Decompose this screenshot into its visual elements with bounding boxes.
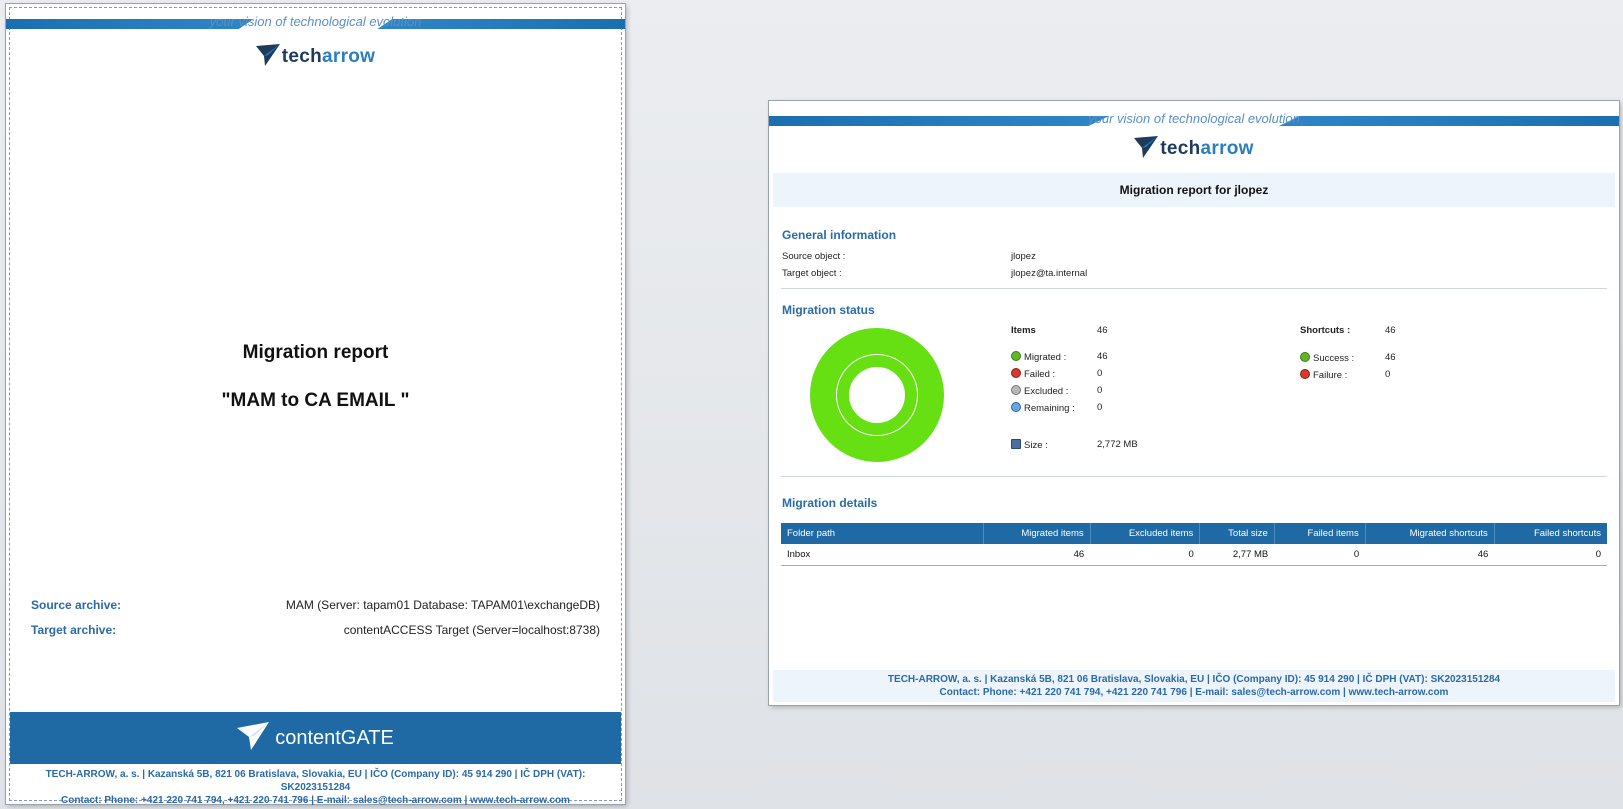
- col-migrated-items[interactable]: Migrated items: [983, 523, 1091, 544]
- tagline-text: your vision of technological evolution: [1088, 111, 1300, 126]
- cover-page: your vision of technological evolution t…: [6, 4, 625, 807]
- cover-title: Migration report: [242, 342, 389, 363]
- logo-text-arrow: arrow: [322, 46, 376, 67]
- cell-failed-shortcuts: 0: [1494, 544, 1607, 566]
- failed-label: Failed :: [1024, 369, 1056, 380]
- table-header-row: Folder path Migrated items Excluded item…: [781, 523, 1607, 544]
- excluded-value: 0: [1097, 385, 1103, 396]
- footer-contact: Contact: Phone: +421 220 741 794, +421 2…: [61, 795, 570, 806]
- techarrow-logo: techarrow: [6, 44, 625, 72]
- remaining-label: Remaining :: [1024, 403, 1075, 414]
- contentgate-logo-icon: [237, 722, 275, 750]
- logo-text-arrow: arrow: [1200, 138, 1254, 159]
- col-total-size[interactable]: Total size: [1199, 523, 1275, 544]
- target-archive-label: Target archive:: [31, 623, 117, 637]
- col-folder-path[interactable]: Folder path: [781, 523, 984, 544]
- failure-label: Failure :: [1313, 370, 1348, 381]
- migrated-value: 46: [1097, 351, 1108, 362]
- donut-inner-ring: [837, 355, 917, 435]
- target-object-label: Target object :: [782, 268, 842, 279]
- shortcuts-value: 46: [1385, 325, 1396, 336]
- tagline-text: your vision of technological evolution: [209, 14, 422, 29]
- report-page: your vision of technological evolution t…: [769, 101, 1619, 705]
- footer-address: TECH-ARROW, a. s. | Kazanská 5B, 821 06 …: [45, 769, 586, 793]
- cover-footer: TECH-ARROW, a. s. | Kazanská 5B, 821 06 …: [10, 768, 621, 807]
- migration-details-heading: Migration details: [782, 496, 878, 510]
- items-value: 46: [1097, 325, 1108, 336]
- techarrow-logo: techarrow: [769, 136, 1619, 164]
- size-value: 2,772 MB: [1097, 439, 1138, 450]
- source-object-label: Source object :: [782, 251, 846, 262]
- footer-address: TECH-ARROW, a. s. | Kazanská 5B, 821 06 …: [887, 674, 1501, 685]
- logo-text-tech: tech: [1160, 138, 1201, 159]
- cover-subtitle: "MAM to CA EMAIL ": [221, 390, 410, 411]
- col-failed-shortcuts[interactable]: Failed shortcuts: [1494, 523, 1607, 544]
- cell-excluded-items: 0: [1090, 544, 1200, 566]
- status-donut-chart: [810, 328, 944, 462]
- disk-icon: [1011, 439, 1021, 449]
- cell-migrated-items: 46: [983, 544, 1091, 566]
- success-label: Success :: [1313, 353, 1355, 364]
- source-object-value: jlopez: [1011, 251, 1036, 262]
- contentgate-band: contentGATE: [10, 712, 621, 764]
- size-label: Size :: [1024, 440, 1048, 451]
- excluded-icon: [1011, 385, 1021, 395]
- divider: [781, 288, 1607, 289]
- success-value: 46: [1385, 352, 1396, 363]
- logo-text-tech: tech: [281, 46, 323, 67]
- success-row: Success :: [1300, 352, 1354, 364]
- report-title-bar: Migration report for jlopez: [773, 173, 1615, 207]
- migrated-label: Migrated :: [1024, 352, 1067, 363]
- check-icon: [1300, 352, 1310, 362]
- tagline-header: your vision of technological evolution: [6, 14, 625, 30]
- arrow-logo-icon: [1134, 136, 1159, 164]
- migrated-row: Migrated :: [1011, 351, 1066, 363]
- size-row: Size :: [1011, 439, 1048, 451]
- failed-value: 0: [1097, 368, 1103, 379]
- source-archive-value: MAM (Server: tapam01 Database: TAPAM01\e…: [285, 598, 600, 612]
- general-info-heading: General information: [782, 228, 897, 242]
- remaining-row: Remaining :: [1011, 402, 1075, 414]
- remaining-value: 0: [1097, 402, 1103, 413]
- failure-value: 0: [1385, 369, 1391, 380]
- failed-row: Failed :: [1011, 368, 1055, 380]
- failure-row: Failure :: [1300, 369, 1347, 381]
- remaining-icon: [1011, 402, 1021, 412]
- cell-failed-items: 0: [1274, 544, 1366, 566]
- report-title: Migration report for jlopez: [1119, 183, 1269, 197]
- cross-icon: [1300, 369, 1310, 379]
- excluded-row: Excluded :: [1011, 385, 1068, 397]
- report-footer: TECH-ARROW, a. s. | Kazanská 5B, 821 06 …: [773, 670, 1615, 702]
- items-label: Items: [1011, 325, 1036, 336]
- col-migrated-shortcuts[interactable]: Migrated shortcuts: [1365, 523, 1495, 544]
- cell-total-size: 2,77 MB: [1199, 544, 1275, 566]
- migration-status-heading: Migration status: [782, 303, 875, 317]
- footer-contact: Contact: Phone: +421 220 741 794, +421 2…: [939, 687, 1449, 698]
- cross-icon: [1011, 368, 1021, 378]
- migration-details-table: Folder path Migrated items Excluded item…: [781, 523, 1607, 566]
- cell-folder-path: Inbox: [781, 544, 984, 566]
- divider: [781, 476, 1607, 477]
- excluded-label: Excluded :: [1024, 386, 1069, 397]
- table-row: Inbox 46 0 2,77 MB 0 46 0: [781, 544, 1607, 566]
- check-icon: [1011, 351, 1021, 361]
- contentgate-brand-text: contentGATE: [275, 727, 394, 749]
- shortcuts-label: Shortcuts :: [1300, 325, 1351, 336]
- arrow-logo-icon: [255, 44, 280, 72]
- target-object-value: jlopez@ta.internal: [1011, 268, 1088, 279]
- contentgate-brand: contentGATE: [10, 722, 621, 750]
- source-archive-label: Source archive:: [31, 598, 122, 612]
- col-failed-items[interactable]: Failed items: [1274, 523, 1366, 544]
- tagline-header: your vision of technological evolution: [769, 111, 1619, 127]
- target-archive-value: contentACCESS Target (Server=localhost:8…: [343, 623, 600, 637]
- cell-migrated-shortcuts: 46: [1365, 544, 1495, 566]
- col-excluded-items[interactable]: Excluded items: [1090, 523, 1201, 544]
